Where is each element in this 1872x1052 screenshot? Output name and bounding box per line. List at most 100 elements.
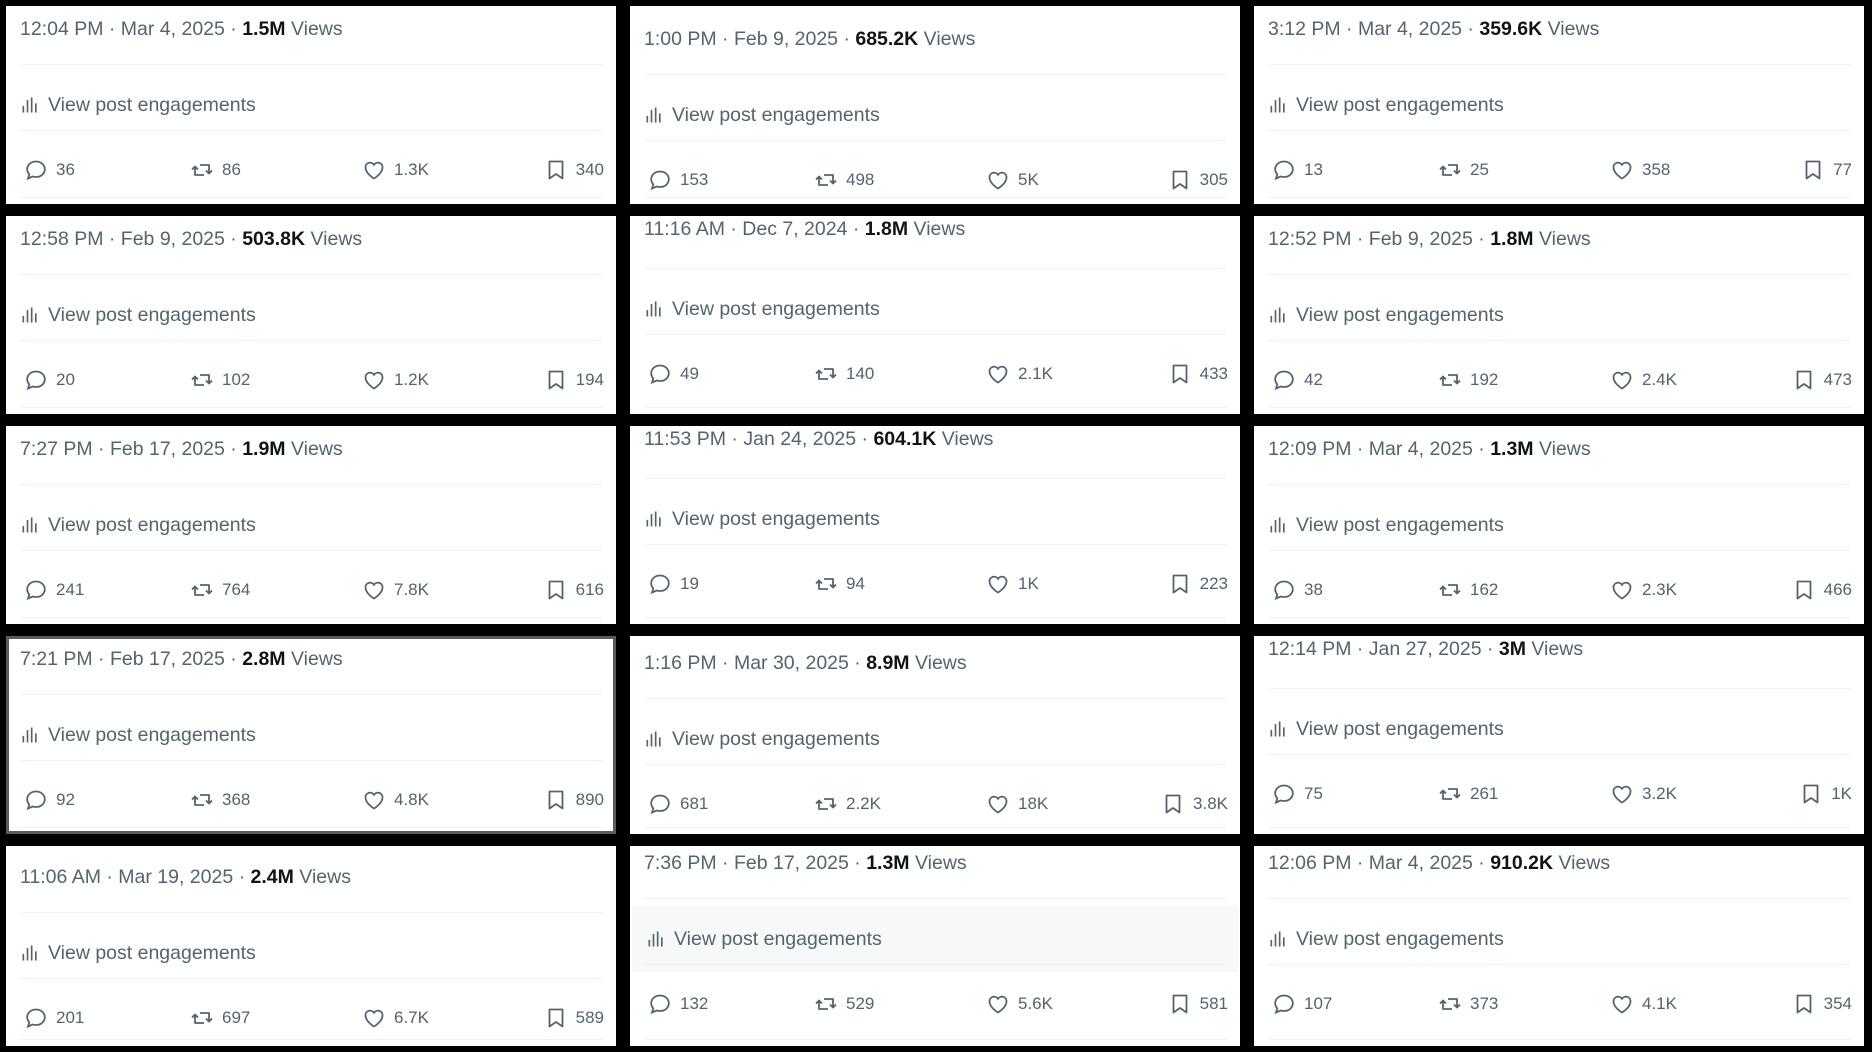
reply-button[interactable]: 38 (1272, 566, 1323, 614)
bookmark-button[interactable]: 890 (544, 776, 604, 824)
post-timestamp[interactable]: 11:06 AM · Mar 19, 2025 · 2.4M Views (20, 866, 602, 889)
reply-button[interactable]: 49 (648, 350, 699, 398)
repost-button[interactable]: 192 (1438, 356, 1498, 404)
bookmark-button[interactable]: 3.8K (1161, 780, 1228, 828)
view-post-engagements-link[interactable]: View post engagements (1254, 282, 1864, 348)
reply-button[interactable]: 241 (24, 566, 84, 614)
reply-button[interactable]: 681 (648, 780, 708, 828)
repost-button[interactable]: 764 (190, 566, 250, 614)
repost-button[interactable]: 261 (1438, 770, 1498, 818)
view-post-engagements-link[interactable]: View post engagements (630, 82, 1240, 148)
bookmark-button[interactable]: 77 (1801, 146, 1852, 194)
post-timestamp[interactable]: 11:53 PM · Jan 24, 2025 · 604.1K Views (644, 428, 1226, 451)
like-button[interactable]: 7.8K (362, 566, 429, 614)
view-post-engagements-label: View post engagements (48, 303, 256, 326)
divider (20, 694, 602, 695)
bookmark-button[interactable]: 466 (1792, 566, 1852, 614)
like-button[interactable]: 1K (986, 560, 1039, 608)
post-timestamp[interactable]: 12:09 PM · Mar 4, 2025 · 1.3M Views (1268, 438, 1850, 461)
like-button[interactable]: 4.1K (1610, 980, 1677, 1028)
post-actions: 20 102 1.2K 194 (6, 356, 616, 404)
post-timestamp[interactable]: 1:16 PM · Mar 30, 2025 · 8.9M Views (644, 652, 1226, 675)
bookmark-count: 616 (575, 580, 604, 599)
reply-button[interactable]: 92 (24, 776, 75, 824)
view-post-engagements-link[interactable]: View post engagements (630, 486, 1240, 552)
view-post-engagements-link[interactable]: View post engagements (6, 282, 616, 348)
view-count: 3M (1498, 638, 1526, 660)
like-button[interactable]: 2.4K (1610, 356, 1677, 404)
bookmark-button[interactable]: 473 (1792, 356, 1852, 404)
repost-button[interactable]: 373 (1438, 980, 1498, 1028)
like-button[interactable]: 2.1K (986, 350, 1053, 398)
view-post-engagements-link[interactable]: View post engagements (6, 72, 616, 138)
bookmark-button[interactable]: 589 (544, 994, 604, 1042)
post-timestamp[interactable]: 12:04 PM · Mar 4, 2025 · 1.5M Views (20, 18, 602, 41)
reply-button[interactable]: 36 (24, 146, 75, 194)
reply-icon (1274, 784, 1294, 805)
post-timestamp[interactable]: 1:00 PM · Feb 9, 2025 · 685.2K Views (644, 28, 1226, 51)
like-button[interactable]: 358 (1610, 146, 1670, 194)
like-button[interactable]: 5.6K (986, 980, 1053, 1028)
post-timestamp[interactable]: 7:27 PM · Feb 17, 2025 · 1.9M Views (20, 438, 602, 461)
view-post-engagements-link[interactable]: View post engagements (6, 492, 616, 558)
reply-button[interactable]: 20 (24, 356, 75, 404)
like-button[interactable]: 4.8K (362, 776, 429, 824)
repost-button[interactable]: 86 (190, 146, 241, 194)
view-post-engagements-link[interactable]: View post engagements (630, 276, 1240, 342)
bookmark-icon (548, 370, 564, 390)
post-timestamp[interactable]: 3:12 PM · Mar 4, 2025 · 359.6K Views (1268, 18, 1850, 41)
reply-button[interactable]: 13 (1272, 146, 1323, 194)
view-post-engagements-link[interactable]: View post engagements (632, 906, 1238, 972)
post-timestamp[interactable]: 7:21 PM · Feb 17, 2025 · 2.8M Views (20, 648, 602, 671)
view-post-engagements-link[interactable]: View post engagements (1254, 492, 1864, 558)
view-post-engagements-link[interactable]: View post engagements (6, 702, 616, 768)
reply-button[interactable]: 19 (648, 560, 699, 608)
view-post-engagements-link[interactable]: View post engagements (1254, 906, 1864, 972)
post-timestamp[interactable]: 12:52 PM · Feb 9, 2025 · 1.8M Views (1268, 228, 1850, 251)
reply-button[interactable]: 42 (1272, 356, 1323, 404)
bookmark-button[interactable]: 433 (1168, 350, 1228, 398)
reply-button[interactable]: 75 (1272, 770, 1323, 818)
repost-button[interactable]: 697 (190, 994, 250, 1042)
like-button[interactable]: 18K (986, 780, 1048, 828)
view-post-engagements-link[interactable]: View post engagements (1254, 696, 1864, 762)
views-label: Views (941, 428, 994, 450)
reply-button[interactable]: 132 (648, 980, 708, 1028)
post-timestamp[interactable]: 12:58 PM · Feb 9, 2025 · 503.8K Views (20, 228, 602, 251)
like-button[interactable]: 1.2K (362, 356, 429, 404)
bookmark-button[interactable]: 194 (544, 356, 604, 404)
like-button[interactable]: 3.2K (1610, 770, 1677, 818)
bookmark-button[interactable]: 354 (1792, 980, 1852, 1028)
divider (644, 74, 1226, 75)
reply-button[interactable]: 201 (24, 994, 84, 1042)
repost-button[interactable]: 25 (1438, 146, 1489, 194)
repost-button[interactable]: 140 (814, 350, 874, 398)
repost-button[interactable]: 162 (1438, 566, 1498, 614)
post-timestamp[interactable]: 12:06 PM · Mar 4, 2025 · 910.2K Views (1268, 852, 1850, 875)
repost-button[interactable]: 94 (814, 560, 865, 608)
post-timestamp[interactable]: 12:14 PM · Jan 27, 2025 · 3M Views (1268, 638, 1850, 661)
bar-chart-icon (646, 731, 661, 747)
bookmark-button[interactable]: 616 (544, 566, 604, 614)
repost-button[interactable]: 2.2K (814, 780, 881, 828)
bookmark-button[interactable]: 340 (544, 146, 604, 194)
repost-button[interactable]: 529 (814, 980, 874, 1028)
view-post-engagements-link[interactable]: View post engagements (1254, 72, 1864, 138)
post-timestamp[interactable]: 7:36 PM · Feb 17, 2025 · 1.3M Views (644, 852, 1226, 875)
reply-button[interactable]: 107 (1272, 980, 1332, 1028)
bookmark-button[interactable]: 223 (1168, 560, 1228, 608)
repost-button[interactable]: 102 (190, 356, 250, 404)
bookmark-icon (1796, 370, 1812, 390)
reply-icon (1274, 580, 1294, 601)
bookmark-button[interactable]: 581 (1168, 980, 1228, 1028)
like-button[interactable]: 6.7K (362, 994, 429, 1042)
bookmark-button[interactable]: 1K (1799, 770, 1852, 818)
view-post-engagements-link[interactable]: View post engagements (630, 706, 1240, 772)
post-timestamp[interactable]: 11:16 AM · Dec 7, 2024 · 1.8M Views (644, 218, 1226, 241)
post-card: 7:36 PM · Feb 17, 2025 · 1.3M Views View… (630, 846, 1240, 1046)
repost-button[interactable]: 368 (190, 776, 250, 824)
like-button[interactable]: 2.3K (1610, 566, 1677, 614)
repost-count: 94 (846, 574, 865, 593)
like-button[interactable]: 1.3K (362, 146, 429, 194)
view-post-engagements-link[interactable]: View post engagements (6, 920, 616, 986)
